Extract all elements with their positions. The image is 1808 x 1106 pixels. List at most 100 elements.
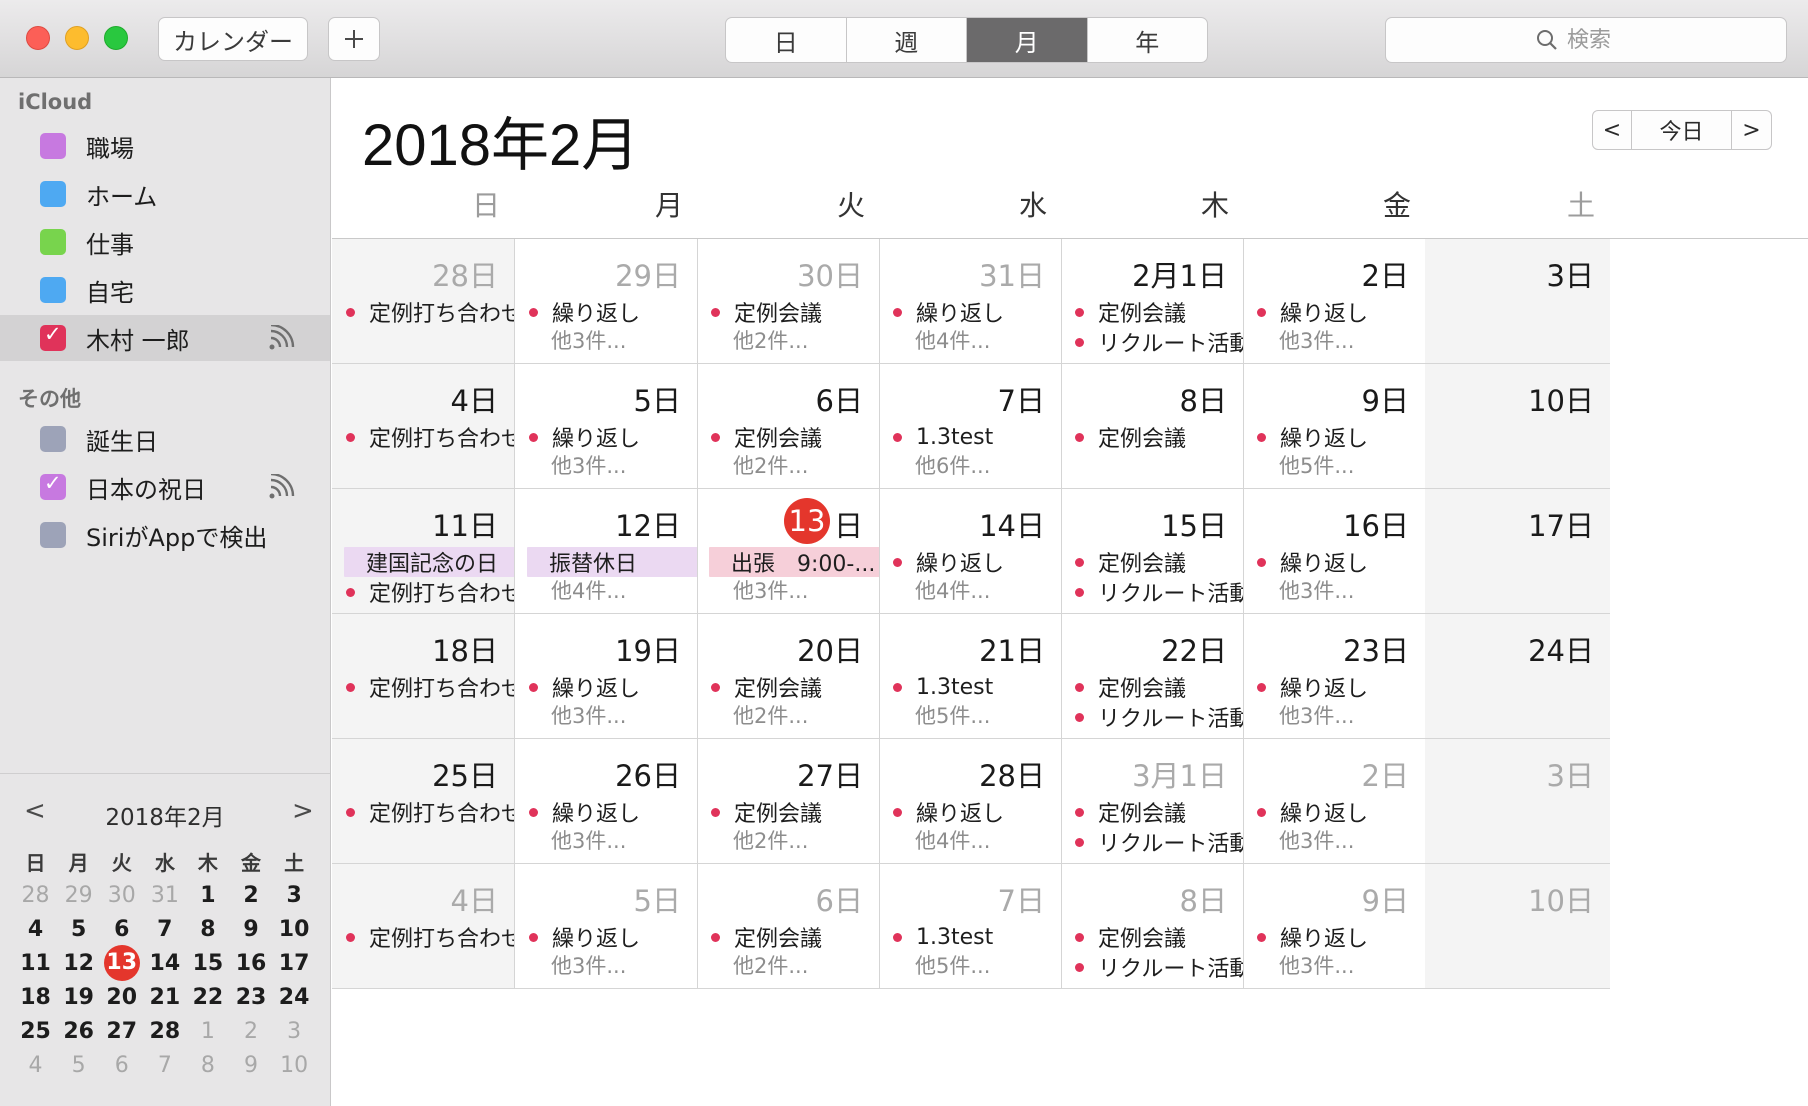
calendar-event[interactable]: 繰り返し [893,547,1004,577]
calendar-checkbox[interactable] [40,277,66,303]
mini-calendar-day[interactable]: 14 [143,951,186,976]
more-events-link[interactable]: 他2件... [733,825,808,855]
day-cell[interactable]: 2月1日 定例会議 リクルート活動 [1061,239,1244,364]
day-cell[interactable]: 10日 [1425,864,1610,989]
day-cell[interactable]: 24日 [1425,614,1610,739]
mini-calendar-day[interactable]: 3 [273,1019,316,1044]
mini-calendar-day[interactable]: 10 [273,917,316,942]
mini-calendar-day[interactable]: 20 [100,985,143,1010]
calendar-event[interactable]: 繰り返し [1257,422,1368,452]
calendar-event[interactable]: 繰り返し [1257,547,1368,577]
day-cell[interactable]: 7日 1.3test 他6件... [879,364,1062,489]
day-cell[interactable]: 15日 定例会議 リクルート活動 [1061,489,1244,614]
calendar-event[interactable]: 定例会議 [711,297,822,327]
calendar-event[interactable]: リクルート活動 [1075,702,1243,732]
more-events-link[interactable]: 他5件... [915,700,990,730]
day-cell[interactable]: 28日 定例打ち合わせ [332,239,515,364]
view-tab-month[interactable]: 月 [967,18,1088,62]
more-events-link[interactable]: 他4件... [551,575,626,605]
day-cell[interactable]: 7日 1.3test 他5件... [879,864,1062,989]
more-events-link[interactable]: 他3件... [551,950,626,980]
calendar-checkbox[interactable]: ✓ [40,471,66,500]
more-events-link[interactable]: 他4件... [915,325,990,355]
today-button[interactable]: 今日 [1632,110,1732,150]
day-cell[interactable]: 18日 定例打ち合わせ [332,614,515,739]
day-cell[interactable]: 16日 繰り返し 他3件... [1243,489,1426,614]
mini-calendar-day[interactable]: 18 [14,985,57,1010]
day-cell[interactable]: 30日 定例会議 他2件... [697,239,880,364]
day-cell[interactable]: 25日 定例打ち合わせ [332,739,515,864]
more-events-link[interactable]: 他3件... [1279,575,1354,605]
calendar-event[interactable]: 繰り返し [529,797,640,827]
calendar-event[interactable]: 繰り返し [1257,672,1368,702]
more-events-link[interactable]: 他3件... [1279,950,1354,980]
mini-calendar-day[interactable]: 27 [100,1019,143,1044]
calendar-event[interactable]: 出張 9:00-... [709,547,879,577]
calendar-event[interactable]: 定例会議 [711,922,822,952]
day-cell[interactable]: 8日 定例会議 [1061,364,1244,489]
day-cell[interactable]: 6日 定例会議 他2件... [697,864,880,989]
calendar-event[interactable]: 繰り返し [529,672,640,702]
day-cell[interactable]: 28日 繰り返し 他4件... [879,739,1062,864]
day-cell[interactable]: 12日 振替休日 他4件... [515,489,698,614]
calendar-event[interactable]: 定例打ち合わせ [346,672,514,702]
day-cell[interactable]: 4日 定例打ち合わせ [332,864,515,989]
view-tab-week[interactable]: 週 [847,18,967,62]
calendar-event[interactable]: 繰り返し [529,922,640,952]
more-events-link[interactable]: 他6件... [915,450,990,480]
more-events-link[interactable]: 他2件... [733,325,808,355]
mini-calendar-day[interactable]: 4 [14,917,57,942]
day-cell[interactable]: 3日 [1425,239,1610,364]
mini-calendar-day[interactable]: 24 [273,985,316,1010]
mini-calendar-day[interactable]: 7 [143,917,186,942]
calendar-event[interactable]: 繰り返し [529,297,640,327]
day-cell[interactable]: 20日 定例会議 他2件... [697,614,880,739]
search-input[interactable] [1567,27,1637,53]
calendar-event[interactable]: 定例打ち合わせ [346,922,514,952]
more-events-link[interactable]: 他4件... [915,825,990,855]
calendar-event[interactable]: 定例会議 [1075,422,1186,452]
day-cell[interactable]: 5日 繰り返し 他3件... [515,364,698,489]
day-cell[interactable]: 3日 [1425,739,1610,864]
shared-calendar-icon[interactable] [268,325,300,351]
next-month-button[interactable]: > [1732,110,1772,150]
shared-calendar-icon[interactable] [268,474,300,500]
mini-calendar-day[interactable]: 8 [186,1053,229,1078]
day-cell[interactable]: 13 日出張 9:00-... 他3件... [697,489,880,614]
day-cell[interactable]: 3月1日 定例会議 リクルート活動 [1061,739,1244,864]
mini-calendar-day[interactable]: 30 [100,883,143,908]
day-cell[interactable]: 27日 定例会議 他2件... [697,739,880,864]
day-cell[interactable]: 21日 1.3test 他5件... [879,614,1062,739]
day-cell[interactable]: 6日 定例会議 他2件... [697,364,880,489]
day-cell[interactable]: 10日 [1425,364,1610,489]
mini-calendar-day[interactable]: 12 [57,951,100,976]
calendar-event[interactable]: 繰り返し [529,422,640,452]
mini-calendar-day[interactable]: 11 [14,951,57,976]
sidebar-item-jitaku[interactable]: 自宅 [0,267,330,313]
calendar-event[interactable]: 繰り返し [893,297,1004,327]
day-cell[interactable]: 26日 繰り返し 他3件... [515,739,698,864]
previous-month-button[interactable]: < [1592,110,1632,150]
sidebar-item-kimura-ichiro[interactable]: ✓ 木村 一郎 [0,315,330,361]
day-cell[interactable]: 23日 繰り返し 他3件... [1243,614,1426,739]
calendar-event[interactable]: 繰り返し [1257,797,1368,827]
mini-calendar-day[interactable]: 1 [186,883,229,908]
day-cell[interactable]: 2日 繰り返し 他3件... [1243,239,1426,364]
more-events-link[interactable]: 他2件... [733,450,808,480]
more-events-link[interactable]: 他3件... [551,825,626,855]
calendar-checkbox[interactable] [40,522,66,548]
day-cell[interactable]: 19日 繰り返し 他3件... [515,614,698,739]
calendar-event[interactable]: 定例会議 [1075,922,1186,952]
calendar-event[interactable]: 繰り返し [1257,922,1368,952]
day-cell[interactable]: 14日 繰り返し 他4件... [879,489,1062,614]
mini-calendar-day[interactable]: 9 [229,917,272,942]
calendar-event[interactable]: 定例打ち合わせ [346,422,514,452]
day-cell[interactable]: 31日 繰り返し 他4件... [879,239,1062,364]
calendar-event[interactable]: 定例会議 [711,672,822,702]
day-cell[interactable]: 9日 繰り返し 他3件... [1243,864,1426,989]
mini-calendar-day[interactable]: 23 [229,985,272,1010]
day-cell[interactable]: 2日 繰り返し 他3件... [1243,739,1426,864]
search-field[interactable] [1385,17,1787,63]
calendar-event[interactable]: 1.3test [893,672,993,702]
sidebar-item-siri-found[interactable]: SiriがAppで検出 [0,512,330,558]
